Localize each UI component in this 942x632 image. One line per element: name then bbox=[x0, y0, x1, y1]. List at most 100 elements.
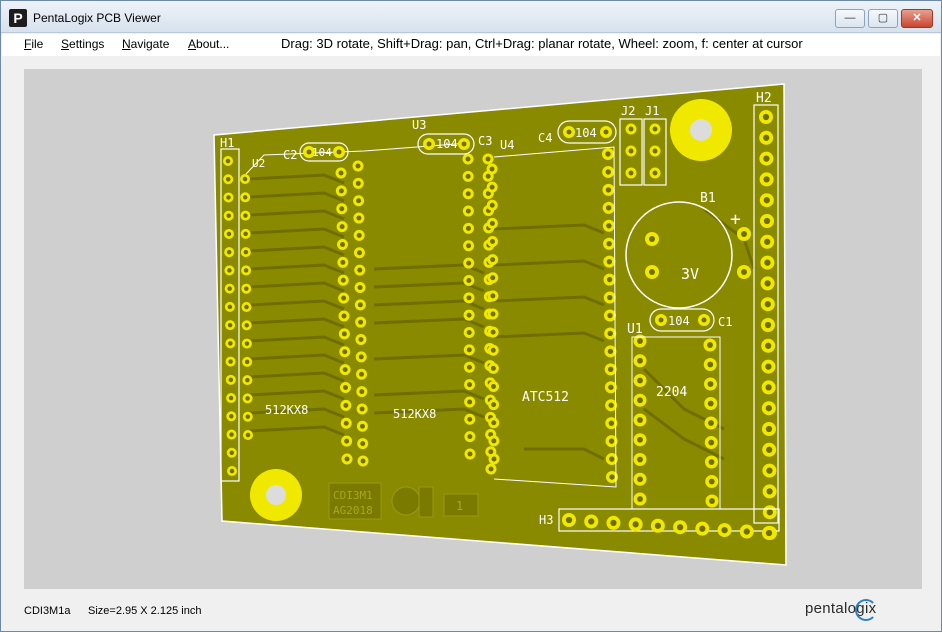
u4b-pad-11-hole bbox=[490, 347, 496, 353]
h2-pad-1-hole bbox=[762, 113, 770, 121]
label-c3: C3 bbox=[478, 134, 492, 148]
u1a-pad-2-hole bbox=[637, 357, 643, 364]
u2b-pad-6-hole bbox=[356, 250, 362, 256]
h2-pad-6-hole bbox=[763, 217, 771, 225]
h1b-pad-11-hole bbox=[244, 359, 250, 365]
h1-pad-8-hole bbox=[227, 286, 232, 291]
u1b-pad-3-hole bbox=[707, 381, 714, 387]
u4a-pad-14-hole bbox=[608, 384, 614, 390]
u4a-pad-1-hole bbox=[605, 151, 611, 157]
h1-pad-13-hole bbox=[228, 377, 234, 383]
h2-pad-10-hole bbox=[764, 301, 771, 308]
menu-navigate-label: avigate bbox=[130, 37, 170, 51]
u1b-pad-6-hole bbox=[708, 439, 715, 446]
j1-pad-3-hole bbox=[652, 170, 658, 176]
u2b-pad-13-hole bbox=[359, 371, 365, 377]
u1b-pad-8-hole bbox=[708, 478, 715, 485]
label-j2: J2 bbox=[621, 104, 635, 118]
u1a-pad-7-hole bbox=[637, 456, 643, 463]
pcb-viewport[interactable]: H1 H2 H3 U2 U3 U4 U1 104 C2 104 C3 104 C… bbox=[24, 69, 922, 589]
label-c4: C4 bbox=[538, 131, 552, 145]
u3a-pad-9-hole bbox=[466, 295, 472, 301]
u4a-pad-3-hole bbox=[605, 187, 612, 193]
pcb-board-canvas[interactable]: H1 H2 H3 U2 U3 U4 U1 104 C2 104 C3 104 C… bbox=[24, 69, 922, 589]
u4b-pad-1-hole bbox=[489, 166, 495, 172]
minimize-button[interactable]: — bbox=[835, 9, 865, 28]
u2b-pad-16-hole bbox=[359, 423, 365, 429]
menu-file-label: ile bbox=[31, 37, 44, 51]
u2a-pad-10-hole bbox=[341, 331, 347, 337]
menu-navigate[interactable]: Navigate bbox=[122, 37, 169, 51]
u2a-pad-6-hole bbox=[340, 259, 346, 265]
maximize-button[interactable]: ▢ bbox=[868, 9, 898, 28]
c3-value: 104 bbox=[436, 137, 458, 151]
h3-pad-8-hole bbox=[721, 526, 728, 534]
u2a-pad-9-hole bbox=[341, 313, 347, 319]
h1-pad-6-hole bbox=[226, 249, 232, 255]
title-bar[interactable]: P PentaLogix PCB Viewer — ▢ ✕ bbox=[1, 1, 941, 33]
h1-pad-3-hole bbox=[226, 195, 231, 200]
h1b-pad-4-hole bbox=[243, 231, 248, 237]
menu-navigate-key: N bbox=[122, 37, 131, 51]
h1-pad-16-hole bbox=[229, 432, 234, 437]
u2b-pad-9-hole bbox=[357, 302, 363, 308]
h2-pad-5-hole bbox=[763, 197, 770, 204]
c1-value: 104 bbox=[668, 314, 690, 328]
u3a-pad-12-hole bbox=[466, 347, 472, 353]
chip-marking-u1: 2204 bbox=[656, 385, 687, 400]
window-title: PentaLogix PCB Viewer bbox=[33, 11, 161, 25]
board-size: Size=2.95 X 2.125 inch bbox=[88, 605, 202, 617]
label-j1: J1 bbox=[645, 104, 659, 118]
h1-pad-10-hole bbox=[227, 322, 233, 328]
close-button[interactable]: ✕ bbox=[901, 9, 933, 28]
j2-pad-2-hole bbox=[628, 148, 634, 154]
chip-marking-u2: 512KX8 bbox=[265, 403, 308, 417]
h2-pad-2-hole bbox=[763, 134, 770, 141]
menu-about[interactable]: About... bbox=[188, 37, 229, 51]
h2-pad-17-hole bbox=[766, 446, 773, 453]
u1a-pad-8-hole bbox=[637, 476, 643, 483]
u3a-pad-3-hole bbox=[465, 191, 471, 197]
menu-settings[interactable]: Settings bbox=[61, 37, 104, 51]
u1-left-pads bbox=[633, 334, 647, 506]
u1b-pad-4-hole bbox=[707, 400, 714, 407]
status-bar: CDI3M1a Size=2.95 X 2.125 inch pentalogi… bbox=[2, 597, 940, 631]
u1a-pad-9-hole bbox=[637, 496, 643, 502]
u4a-pad-13-hole bbox=[607, 366, 614, 373]
u3b-pad-1-hole bbox=[485, 156, 491, 162]
h2-pad-14-hole bbox=[765, 384, 772, 391]
h1-pad-11-hole bbox=[228, 341, 233, 346]
u2a-pad-17-hole bbox=[344, 456, 350, 462]
u2a-pad-15-hole bbox=[343, 420, 349, 426]
u1-right-pads bbox=[703, 338, 719, 508]
h1-pad-5-hole bbox=[226, 231, 232, 237]
u2b-pad-8-hole bbox=[357, 284, 363, 290]
u4b-pad-5-hole bbox=[490, 239, 495, 244]
design-name: CDI3M1a bbox=[24, 605, 71, 617]
u2a-pad-4-hole bbox=[339, 224, 345, 230]
u4a-pad-11-hole bbox=[607, 330, 613, 337]
h2-pad-7-hole bbox=[764, 238, 771, 245]
u1a-pad-1-hole bbox=[637, 338, 643, 344]
u4b-pad-9-hole bbox=[490, 311, 496, 317]
u3b-pad-18-hole bbox=[488, 449, 494, 455]
h1b-pad-15-hole bbox=[245, 432, 251, 438]
chip-marking-u4: ATC512 bbox=[522, 390, 569, 405]
navigation-hint: Drag: 3D rotate, Shift+Drag: pan, Ctrl+D… bbox=[281, 36, 803, 51]
h1-pad-17-hole bbox=[229, 450, 235, 456]
h2-pad-4-hole bbox=[763, 176, 770, 183]
h1b-pad-2-hole bbox=[242, 195, 248, 200]
h3-pad-7-hole bbox=[699, 525, 706, 532]
menu-file[interactable]: File bbox=[24, 37, 43, 51]
label-u2: U2 bbox=[252, 157, 265, 170]
menu-settings-key: S bbox=[61, 37, 70, 51]
h1-pad-4-hole bbox=[226, 213, 231, 218]
u4a-pad-15-hole bbox=[608, 402, 614, 408]
h1b-pad-8-hole bbox=[244, 304, 249, 310]
u2a-pad-7-hole bbox=[340, 277, 346, 283]
label-h3: H3 bbox=[539, 513, 553, 527]
h1b-pad-10-hole bbox=[244, 341, 250, 346]
u4b-pad-7-hole bbox=[490, 275, 496, 281]
h3-pad-2-hole bbox=[588, 518, 595, 525]
u2b-pad-14-hole bbox=[359, 389, 365, 395]
